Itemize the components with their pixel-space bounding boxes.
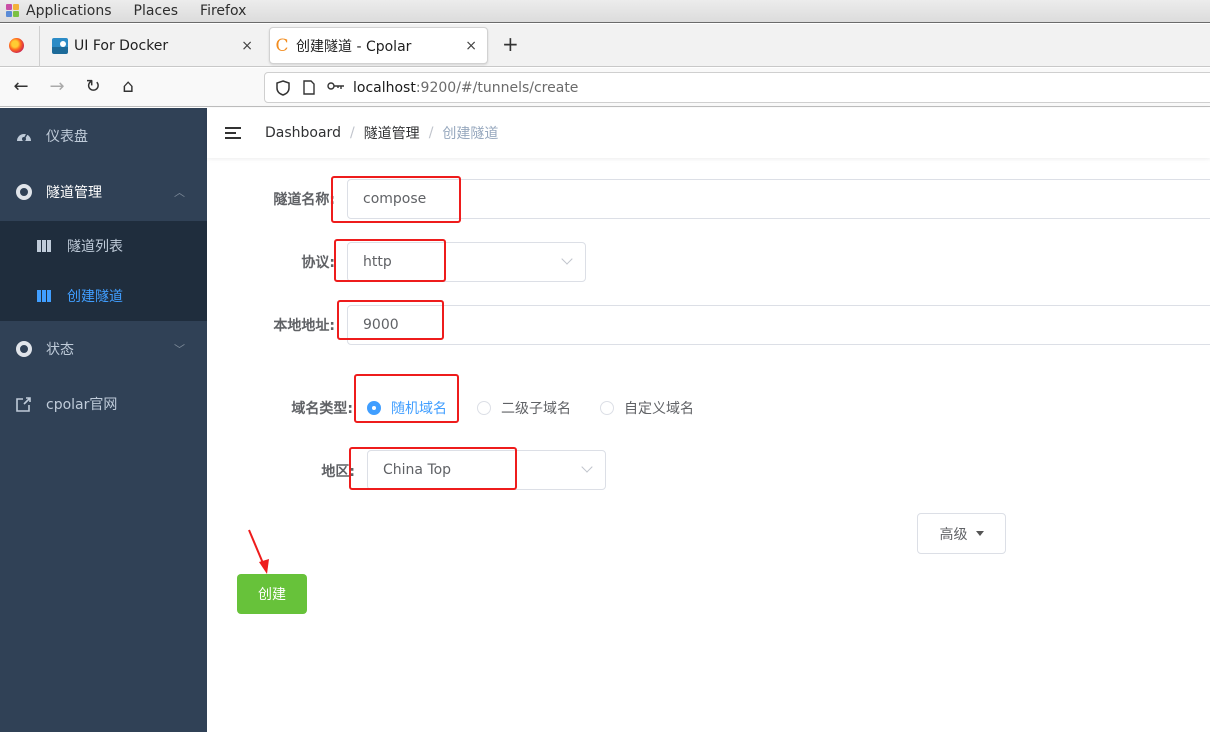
- sidebar-item-create-tunnel[interactable]: 创建隧道: [0, 271, 207, 321]
- applications-icon: [6, 4, 20, 18]
- radio-unchecked-icon: [477, 401, 491, 415]
- breadcrumb-dashboard[interactable]: Dashboard: [265, 125, 341, 141]
- breadcrumb-current: 创建隧道: [442, 126, 499, 142]
- lifebuoy-icon: [16, 184, 32, 200]
- shield-icon[interactable]: [275, 79, 291, 96]
- cpolar-c-icon: C: [275, 35, 289, 56]
- breadcrumb-tunnel-management[interactable]: 隧道管理: [364, 123, 420, 143]
- sidebar-item-status[interactable]: 状态 ﹀: [0, 321, 207, 377]
- sidebar-item-label: 状态: [46, 342, 74, 358]
- tab-divider: [39, 26, 40, 67]
- tab-title: UI For Docker: [74, 37, 169, 54]
- radio-random-domain[interactable]: 随机域名: [367, 398, 447, 418]
- sidebar-item-label: 隧道管理: [46, 185, 102, 201]
- forward-button[interactable]: →: [46, 76, 68, 97]
- firefox-menu[interactable]: Firefox: [200, 3, 246, 19]
- sidebar-submenu: 隧道列表 创建隧道: [0, 221, 207, 321]
- annotation-arrow-icon: [248, 529, 269, 574]
- caret-down-icon: [975, 531, 984, 536]
- tunnel-name-input[interactable]: compose: [347, 179, 1210, 219]
- sidebar-item-cpolar-website[interactable]: cpolar官网: [0, 376, 207, 432]
- chevron-down-icon: ﹀: [174, 343, 185, 356]
- protocol-value: http: [363, 254, 392, 270]
- create-label: 创建: [258, 587, 286, 603]
- tab-ui-for-docker[interactable]: UI For Docker ×: [48, 27, 263, 64]
- radio-label: 随机域名: [391, 401, 447, 417]
- sidebar-item-tunnel-management[interactable]: 隧道管理 ︿: [0, 164, 207, 220]
- breadcrumb: Dashboard / 隧道管理 / 创建隧道: [265, 123, 498, 143]
- advanced-dropdown-button[interactable]: 高级: [917, 513, 1006, 554]
- tunnel-name-value: compose: [363, 191, 427, 207]
- protocol-label: 协议:: [301, 255, 335, 271]
- close-tab-icon[interactable]: ×: [241, 38, 253, 54]
- domain-type-label: 域名类型:: [291, 401, 353, 417]
- sidebar-item-dashboard[interactable]: 仪表盘: [0, 108, 207, 164]
- docker-whale-icon: [52, 37, 68, 54]
- breadcrumb-separator: /: [349, 125, 355, 141]
- url-host: localhost: [353, 79, 416, 96]
- tunnel-name-label: 隧道名称:: [273, 192, 335, 208]
- key-icon[interactable]: [327, 80, 344, 96]
- advanced-label: 高级: [939, 526, 968, 543]
- sidebar-toggle-icon[interactable]: [225, 126, 241, 140]
- home-button[interactable]: ⌂: [117, 76, 139, 97]
- applications-menu[interactable]: Applications: [26, 3, 112, 19]
- radio-checked-icon: [367, 401, 381, 415]
- protocol-select[interactable]: http: [347, 242, 586, 282]
- radio-unchecked-icon: [600, 401, 614, 415]
- region-label: 地区:: [321, 464, 355, 480]
- browser-tab-strip: UI For Docker × C 创建隧道 - Cpolar × +: [0, 24, 1210, 67]
- sidebar-item-label: 仪表盘: [46, 129, 88, 145]
- lifebuoy-icon: [16, 341, 32, 357]
- back-button[interactable]: ←: [10, 76, 32, 97]
- chevron-up-icon: ︿: [174, 186, 185, 199]
- page-icon: [301, 79, 317, 96]
- places-menu[interactable]: Places: [134, 3, 179, 19]
- local-address-label: 本地地址:: [273, 318, 335, 334]
- sidebar-item-label: 创建隧道: [67, 289, 123, 305]
- url-path: :9200/#/tunnels/create: [415, 79, 579, 96]
- local-address-input[interactable]: 9000: [347, 305, 1210, 345]
- chevron-down-icon: [561, 253, 573, 265]
- tab-cpolar-create-tunnel[interactable]: C 创建隧道 - Cpolar ×: [269, 27, 488, 64]
- os-top-bar: Applications Places Firefox: [0, 0, 1210, 23]
- sidebar: 仪表盘 隧道管理 ︿ 隧道列表 创建隧道 状态 ﹀ cpolar官网: [0, 108, 207, 732]
- dashboard-gauge-icon: [16, 129, 32, 143]
- radio-label: 二级子域名: [501, 401, 571, 417]
- close-tab-icon[interactable]: ×: [465, 38, 477, 54]
- main-content: Dashboard / 隧道管理 / 创建隧道 隧道名称: compose 协议…: [207, 108, 1210, 732]
- breadcrumb-separator: /: [428, 125, 434, 141]
- radio-custom-domain[interactable]: 自定义域名: [600, 398, 694, 418]
- region-value: China Top: [383, 462, 452, 478]
- tab-title: 创建隧道 - Cpolar: [296, 38, 412, 55]
- url-bar[interactable]: localhost:9200/#/tunnels/create: [264, 72, 1210, 103]
- local-address-value: 9000: [363, 317, 399, 333]
- create-button[interactable]: 创建: [237, 574, 307, 614]
- reload-button[interactable]: ↻: [82, 76, 104, 97]
- sidebar-item-label: cpolar官网: [46, 397, 118, 413]
- chevron-down-icon: [581, 461, 593, 473]
- firefox-logo-icon[interactable]: [9, 38, 24, 53]
- region-select[interactable]: China Top: [367, 450, 606, 490]
- sidebar-item-label: 隧道列表: [67, 239, 123, 255]
- radio-label: 自定义域名: [624, 401, 694, 417]
- new-tab-button[interactable]: +: [502, 32, 519, 56]
- navbar-header: Dashboard / 隧道管理 / 创建隧道: [207, 108, 1210, 158]
- table-icon: [37, 290, 51, 302]
- table-icon: [37, 240, 51, 252]
- browser-nav-bar: ← → ↻ ⌂ localhost:9200/#/tunnels/create: [0, 68, 1210, 107]
- sidebar-item-tunnel-list[interactable]: 隧道列表: [0, 221, 207, 271]
- radio-subdomain[interactable]: 二级子域名: [477, 398, 571, 418]
- external-link-icon: [16, 397, 32, 412]
